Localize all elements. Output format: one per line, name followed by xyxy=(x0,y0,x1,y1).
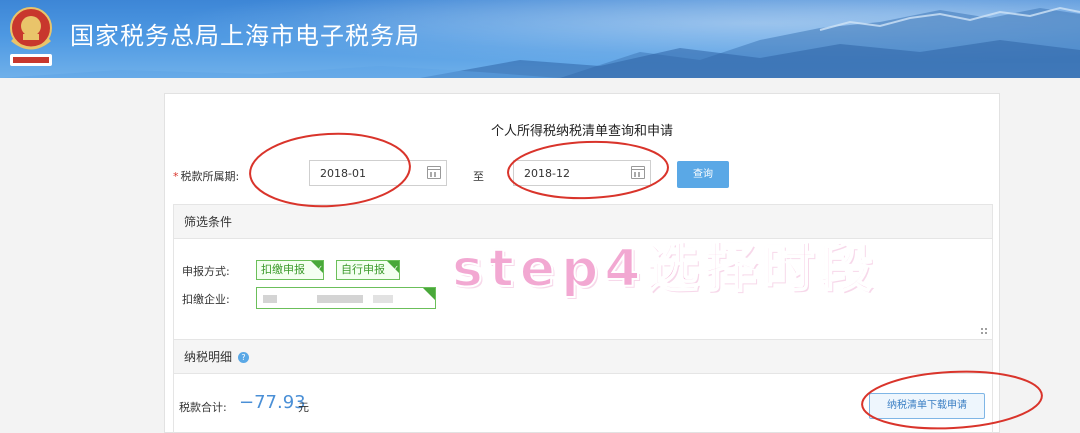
check-icon xyxy=(423,288,435,300)
resize-grip-icon[interactable] xyxy=(980,327,988,335)
detail-title: 纳税明细 xyxy=(184,350,233,364)
redacted-text xyxy=(373,295,393,303)
end-date-value: 2018-12 xyxy=(524,167,570,180)
declare-option-withholding[interactable]: 扣缴申报 xyxy=(256,260,324,280)
declare-method-label: 申报方式: xyxy=(182,265,230,278)
required-mark: * xyxy=(173,170,179,183)
start-date-value: 2018-01 xyxy=(320,167,366,180)
query-button[interactable]: 查询 xyxy=(677,161,729,188)
end-calendar-icon[interactable] xyxy=(631,166,645,179)
check-icon xyxy=(387,261,399,278)
annotation-step-text: step4选择时段 xyxy=(451,238,879,300)
company-label: 扣缴企业: xyxy=(182,293,230,306)
declare-option-label: 自行申报 xyxy=(341,263,385,276)
redacted-text xyxy=(317,295,363,303)
declare-option-self[interactable]: 自行申报 xyxy=(336,260,400,280)
redacted-text xyxy=(263,295,277,303)
header-banner: 国家税务总局上海市电子税务局 xyxy=(0,0,1080,78)
page-title: 个人所得税纳税清单查询和申请 xyxy=(490,124,673,139)
total-label: 税款合计: xyxy=(179,401,227,414)
total-unit: 元 xyxy=(298,401,309,414)
download-request-button[interactable]: 纳税清单下载申请 xyxy=(869,393,985,419)
period-label: * 税款所属期: xyxy=(173,168,239,184)
company-option[interactable] xyxy=(256,287,436,309)
declare-option-label: 扣缴申报 xyxy=(261,263,305,276)
detail-section: 纳税明细? xyxy=(173,340,993,433)
range-separator: 至 xyxy=(473,170,484,183)
site-title: 国家税务总局上海市电子税务局 xyxy=(70,22,420,50)
check-icon xyxy=(311,261,323,278)
help-icon[interactable]: ? xyxy=(238,352,250,363)
detail-header: 纳税明细? xyxy=(174,340,992,374)
total-value: −77.93 xyxy=(239,392,306,413)
start-calendar-icon[interactable] xyxy=(427,166,441,179)
period-label-text: 税款所属期: xyxy=(180,170,240,183)
tax-emblem-icon xyxy=(10,7,52,66)
